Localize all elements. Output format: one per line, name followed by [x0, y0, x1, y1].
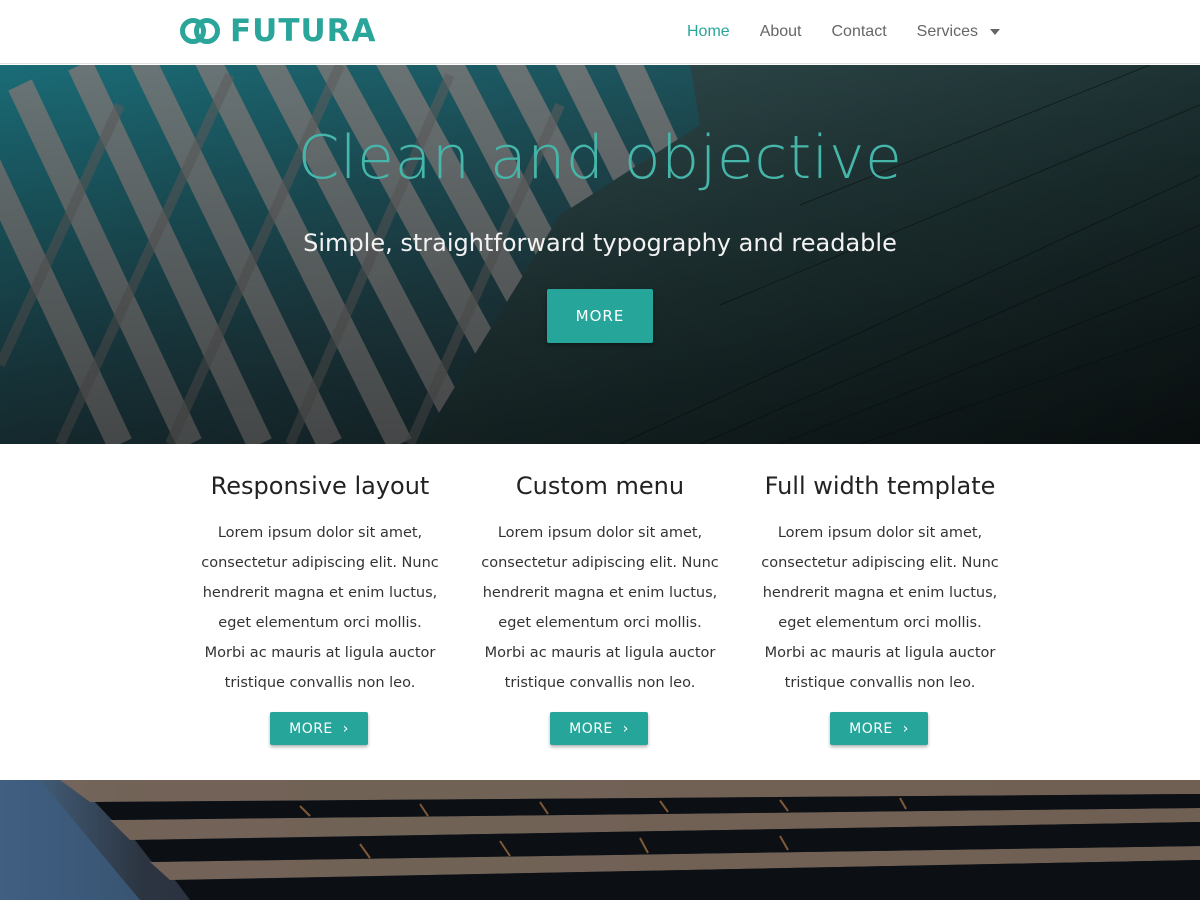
chevron-right-icon: › [902, 720, 909, 737]
caret-down-icon [990, 29, 1000, 35]
chevron-right-icon: › [342, 720, 349, 737]
nav-item-about[interactable]: About [760, 23, 802, 41]
feature-more-button[interactable]: MORE › [830, 712, 928, 745]
site-logo[interactable]: FUTURA [180, 13, 377, 49]
chevron-right-icon: › [622, 720, 629, 737]
nav-item-label: Home [687, 23, 730, 40]
nav-item-label: Services [916, 23, 978, 40]
nav-item-services[interactable]: Services [917, 23, 1000, 41]
main-nav: Home About Contact Services [657, 0, 1000, 64]
bottom-image-band [0, 780, 1200, 900]
nav-item-label: About [759, 23, 802, 40]
feature-title: Responsive layout [210, 472, 430, 500]
hero-subtitle: Simple, straightforward typography and r… [303, 229, 897, 257]
nav-item-label: Contact [831, 23, 887, 40]
feature-more-button[interactable]: MORE › [550, 712, 648, 745]
building-facade-image [0, 780, 1200, 900]
feature-card-full-width-template: Full width template Lorem ipsum dolor si… [750, 472, 1010, 745]
hero-more-button[interactable]: MORE [547, 289, 653, 343]
feature-text: Lorem ipsum dolor sit amet, consectetur … [201, 525, 439, 691]
feature-title: Custom menu [515, 472, 685, 500]
feature-text: Lorem ipsum dolor sit amet, consectetur … [761, 525, 999, 691]
nav-item-contact[interactable]: Contact [832, 23, 887, 41]
overlapping-rings-icon [180, 18, 220, 44]
hero-title: Clean and objective [297, 123, 903, 193]
nav-item-home[interactable]: Home [687, 23, 730, 41]
feature-text: Lorem ipsum dolor sit amet, consectetur … [481, 525, 719, 691]
site-header: FUTURA Home About Contact Services [0, 0, 1200, 64]
feature-card-responsive-layout: Responsive layout Lorem ipsum dolor sit … [190, 472, 450, 745]
feature-card-custom-menu: Custom menu Lorem ipsum dolor sit amet, … [470, 472, 730, 745]
features-section: Responsive layout Lorem ipsum dolor sit … [0, 444, 1200, 780]
hero-section: Clean and objective Simple, straightforw… [0, 65, 1200, 444]
logo-text: FUTURA [230, 13, 377, 49]
feature-more-button[interactable]: MORE › [270, 712, 368, 745]
feature-title: Full width template [764, 472, 996, 500]
